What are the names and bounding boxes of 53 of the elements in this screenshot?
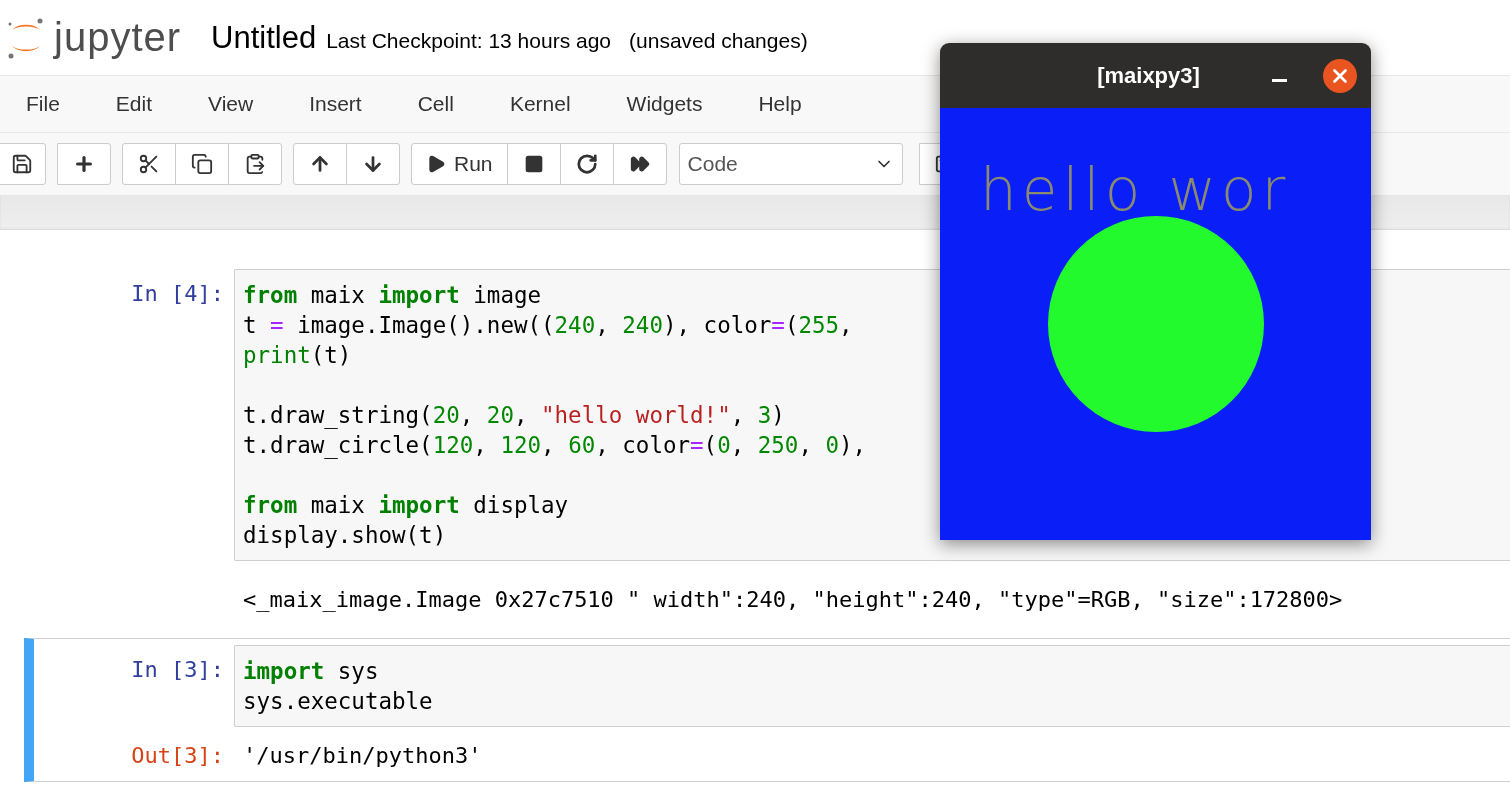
code-line: t.draw_circle(120, 120, 60, color=(0, 250, 0), [243, 431, 868, 460]
scissors-icon [138, 153, 160, 175]
stop-button[interactable] [506, 143, 561, 185]
input-prompt: In [4]: [130, 280, 225, 308]
menu-item[interactable]: File [8, 86, 78, 122]
code-line: t = image.Image().new((240, 240), color=(255, [243, 311, 854, 340]
cell-output: '/usr/bin/python3' [242, 742, 482, 770]
cut-button[interactable] [122, 143, 176, 185]
menu-item[interactable]: View [190, 86, 272, 122]
move-down-button[interactable] [346, 143, 400, 185]
paste-button[interactable] [228, 143, 282, 185]
copy-icon [191, 153, 213, 175]
menu-item[interactable]: Cell [399, 86, 472, 122]
notebook-cell[interactable]: In [3]: import sys sys.executable Out[3]: '/usr/bin/python3' [24, 638, 1510, 782]
close-button[interactable] [1323, 58, 1357, 93]
fast-forward-icon [629, 154, 650, 174]
window-title: [maixpy3] [1097, 62, 1200, 89]
restart-button[interactable] [559, 143, 614, 185]
input-prompt: In [3]: [130, 656, 225, 684]
save-status: (unsaved changes) [629, 28, 808, 53]
menu-item[interactable]: Kernel [491, 86, 589, 122]
notebook-name[interactable]: Untitled [211, 19, 317, 56]
minimize-icon [1272, 79, 1287, 82]
copy-button[interactable] [175, 143, 229, 185]
cell-type-dropdown[interactable]: Code [678, 143, 903, 185]
last-checkpoint: Last Checkpoint: 13 hours ago [326, 28, 612, 53]
menu-item[interactable]: Insert [291, 86, 380, 122]
code-line: from maix import image [243, 281, 543, 310]
code-input[interactable]: import sys sys.executable [234, 645, 1510, 727]
code-line: from maix import display [243, 491, 570, 520]
code-line: print(t) [243, 341, 353, 370]
move-up-button[interactable] [293, 143, 347, 185]
menu-item[interactable]: Widgets [608, 86, 721, 122]
save-icon [11, 153, 33, 175]
code-line: import sys [243, 657, 380, 686]
restart-icon [575, 153, 598, 175]
cell-output: <_maix_image.Image 0x27c7510 " width":240, "height":240, "type"=RGB, "size":172800> [242, 586, 1343, 614]
clipboard-icon [244, 153, 266, 175]
plus-icon [73, 153, 95, 175]
menu-item[interactable]: Help [740, 86, 820, 122]
jupyter-logo-text: jupyter [54, 15, 182, 60]
add-cell-button[interactable] [57, 143, 111, 185]
menu-item[interactable]: Edit [97, 86, 171, 122]
output-prompt: Out[3]: [130, 742, 225, 770]
stop-icon [523, 154, 544, 174]
run-all-button[interactable] [612, 143, 667, 185]
code-line: display.show(t) [243, 521, 448, 550]
run-button[interactable]: Run [411, 143, 508, 185]
code-line: t.draw_string(20, 20, "hello world!", 3) [243, 401, 786, 430]
display-text: hello wor [980, 156, 1291, 224]
code-line: sys.executable [243, 687, 434, 716]
play-icon [426, 154, 446, 174]
save-button[interactable] [0, 143, 46, 185]
